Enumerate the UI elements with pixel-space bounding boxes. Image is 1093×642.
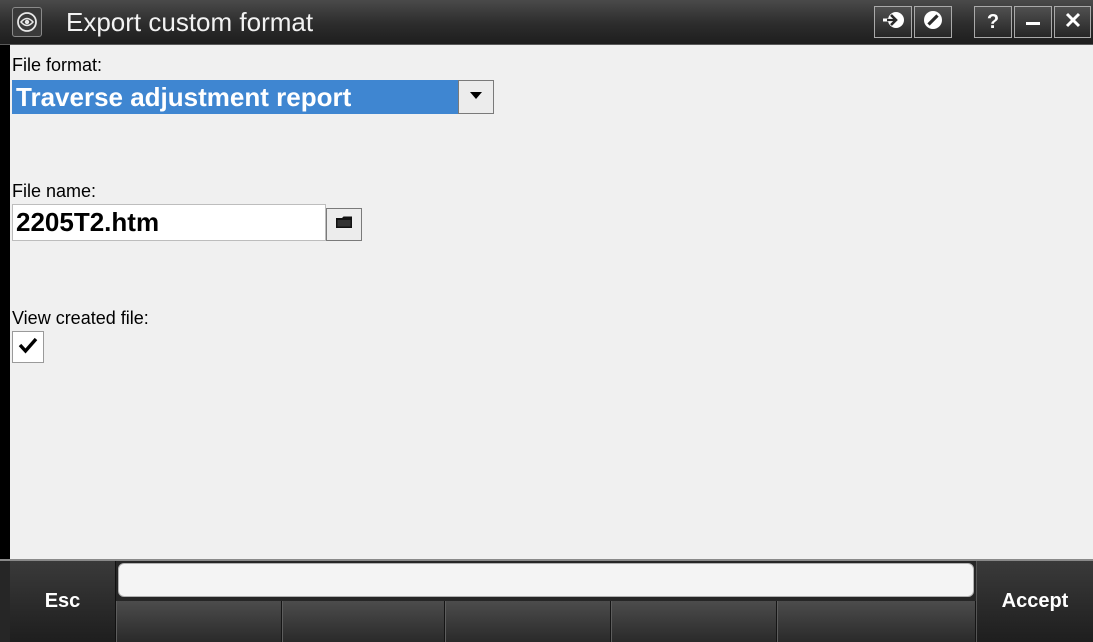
go-button[interactable]	[874, 6, 912, 38]
minimize-icon	[1024, 11, 1042, 34]
folder-icon	[335, 215, 353, 234]
go-icon	[881, 10, 905, 35]
accept-button[interactable]: Accept	[976, 561, 1093, 642]
file-name-label: File name:	[12, 181, 97, 201]
accept-label: Accept	[1001, 590, 1069, 612]
view-created-file-label: View created file:	[12, 308, 149, 328]
close-button[interactable]	[1054, 6, 1091, 38]
esc-label: Esc	[44, 590, 81, 612]
help-label: ?	[986, 10, 1000, 33]
window-title: Export custom format	[66, 7, 314, 37]
softkey-2[interactable]	[282, 601, 445, 642]
cancel-icon	[922, 9, 944, 36]
close-icon	[1064, 11, 1082, 34]
minimize-button[interactable]	[1014, 6, 1052, 38]
esc-button[interactable]: Esc	[10, 561, 116, 642]
cancel-button[interactable]	[914, 6, 952, 38]
export-form: File format: Traverse adjustment report …	[10, 45, 1093, 559]
softkey-bar: Esc Accept	[0, 559, 1093, 642]
checkmark-icon	[18, 336, 38, 359]
softkey-5[interactable]	[777, 601, 976, 642]
softkey-1[interactable]	[116, 601, 282, 642]
browse-folder-button[interactable]	[326, 208, 362, 241]
file-format-select[interactable]: Traverse adjustment report	[12, 80, 458, 114]
softkey-3[interactable]	[445, 601, 611, 642]
app-logo-icon[interactable]	[12, 7, 42, 37]
softkey-4[interactable]	[611, 601, 777, 642]
chevron-down-icon	[468, 88, 484, 106]
view-created-file-checkbox[interactable]	[12, 331, 44, 363]
help-button[interactable]: ?	[974, 6, 1012, 38]
file-format-dropdown-button[interactable]	[458, 80, 494, 114]
title-bar: Export custom format ?	[0, 0, 1093, 45]
status-field	[118, 563, 974, 597]
file-format-label: File format:	[12, 55, 103, 75]
file-name-input[interactable]: 2205T2.htm	[12, 204, 326, 241]
